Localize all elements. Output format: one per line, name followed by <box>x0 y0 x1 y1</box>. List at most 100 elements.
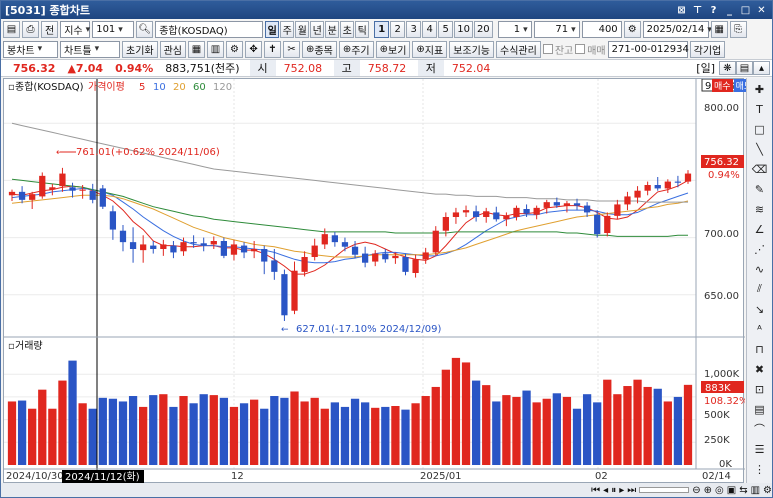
maximize-icon[interactable]: □ <box>739 4 752 17</box>
period-tab-4[interactable]: 분 <box>325 21 340 38</box>
lock-icon[interactable]: ⊡ <box>749 380 771 398</box>
stack-icon[interactable]: ▤ <box>749 400 771 418</box>
nav-pause-icon[interactable]: ⏸ <box>611 485 616 496</box>
zoom-reset-icon[interactable]: ◎ <box>715 485 724 496</box>
candle-body <box>533 207 540 215</box>
volume-bar <box>613 394 622 465</box>
delete-icon[interactable]: ✖ <box>749 360 771 378</box>
move-icon[interactable]: ✥ <box>245 40 263 58</box>
scroll-track[interactable] <box>639 487 690 493</box>
measure-icon[interactable]: ⊓ <box>749 340 771 358</box>
scissor-icon[interactable]: ✂ <box>283 40 301 58</box>
count-total-field[interactable]: 400 <box>581 21 622 38</box>
trendline-icon[interactable]: ╲ <box>749 140 771 158</box>
info-lock-icon[interactable]: ▤ <box>736 61 753 75</box>
market-all-button[interactable]: 전 <box>41 21 59 38</box>
reset-button[interactable]: 초기화 <box>122 40 158 58</box>
auto-icon[interactable]: ᴬ <box>749 320 771 338</box>
count-b-input[interactable]: 71 <box>533 21 580 38</box>
list-icon[interactable]: ☰ <box>749 440 771 458</box>
company-button[interactable]: 각기업 <box>689 40 726 58</box>
volume-bar <box>492 401 501 465</box>
rectangle-icon[interactable]: □ <box>749 120 771 138</box>
split-icon[interactable]: ▥ <box>751 485 760 496</box>
favorites-button[interactable]: 관심 <box>159 40 187 58</box>
trade-checkbox[interactable]: 매매 <box>575 42 606 57</box>
arrow-icon[interactable]: ↘ <box>749 300 771 318</box>
screen-menu-icon[interactable]: ▤ <box>3 21 20 38</box>
multiplier-tab-2[interactable]: 3 <box>406 21 422 38</box>
period-tab-5[interactable]: 초 <box>340 21 355 38</box>
magnet-icon[interactable]: ⌒ <box>749 420 771 438</box>
multiplier-tab-5[interactable]: 10 <box>454 21 473 38</box>
volume-bullet-icon: ▫ <box>8 341 15 352</box>
info-expand-icon[interactable]: ▴ <box>753 61 770 75</box>
chart-canvas[interactable]: ▫ 종합(KOSDAQ) 가격이평 5 10 20 60 120 ← 761.01(+0… <box>4 78 749 484</box>
layout-icon[interactable]: ▥ <box>207 40 225 58</box>
add-item-button[interactable]: ⊕ 종목 <box>302 40 337 58</box>
period-tab-2[interactable]: 월 <box>295 21 310 38</box>
grid-icon[interactable]: ▦ <box>188 40 206 58</box>
date-input[interactable]: 2025/02/14 <box>642 21 709 38</box>
more-icon[interactable]: ⋮ <box>749 460 771 478</box>
view-button[interactable]: ⊕ 보기 <box>375 40 411 58</box>
period-button[interactable]: ⊕ 주기 <box>338 40 374 58</box>
chart-template-select[interactable]: 차트틀 <box>60 40 120 58</box>
cursor-icon[interactable]: ✚ <box>749 80 771 98</box>
cross-icon[interactable]: ✝ <box>264 40 282 58</box>
search-icon[interactable]: 🔍︎ <box>136 21 154 38</box>
text-icon[interactable]: T <box>749 100 771 118</box>
calendar-icon[interactable]: ▦ <box>710 21 728 38</box>
period-tab-3[interactable]: 년 <box>310 21 325 38</box>
indicator-button[interactable]: ⊕ 지표 <box>412 40 448 58</box>
multiplier-tab-4[interactable]: 5 <box>438 21 454 38</box>
multiplier-tab-3[interactable]: 4 <box>422 21 438 38</box>
helper-button[interactable]: 보조기능 <box>449 40 495 58</box>
fan-icon[interactable]: ⋰ <box>749 240 771 258</box>
vol-tick-250k: 250K <box>704 435 730 446</box>
chart-type-select[interactable]: 봉차트 <box>3 40 58 58</box>
config-icon[interactable]: ⚙ <box>763 485 772 496</box>
eraser-icon[interactable]: ⌫ <box>749 160 771 178</box>
zoom-in-icon[interactable]: ⊕ <box>704 485 712 496</box>
account-select[interactable]: 271-00-012934 <box>607 40 689 58</box>
zoom-out-icon[interactable]: ⊖ <box>692 485 700 496</box>
compare-icon[interactable]: ⇆ <box>739 485 747 496</box>
chart-area[interactable]: ▫ 종합(KOSDAQ) 가격이평 5 10 20 60 120 ← 761.01(+0… <box>3 78 749 484</box>
gear-icon[interactable]: ⚙ <box>226 40 244 58</box>
zigzag-icon[interactable]: ≋ <box>749 200 771 218</box>
period-tab-1[interactable]: 주 <box>280 21 295 38</box>
period-tab-0[interactable]: 일 <box>265 21 280 38</box>
help-icon[interactable]: ? <box>707 4 720 17</box>
nav-prev-icon[interactable]: ◂ <box>603 485 608 496</box>
close-icon[interactable]: ✕ <box>755 4 768 17</box>
market-select[interactable]: 지수 <box>60 21 91 38</box>
channel-icon[interactable]: ⫽ <box>749 280 771 298</box>
settings-icon[interactable]: ⚙ <box>623 21 641 38</box>
nav-last-icon[interactable]: ⏭ <box>627 485 636 496</box>
restore-icon[interactable]: ⊠ <box>675 4 688 17</box>
info-settings-icon[interactable]: ❋ <box>719 61 736 75</box>
minimize-icon[interactable]: _ <box>723 4 736 17</box>
fetch-icon[interactable]: ⎘ <box>729 21 747 38</box>
pin-icon[interactable]: ⊤ <box>691 4 704 17</box>
formula-button[interactable]: 수식관리 <box>496 40 541 58</box>
view-icon[interactable]: ▣ <box>727 485 736 496</box>
multiplier-tab-0[interactable]: 1 <box>374 21 390 38</box>
volume-bar <box>562 396 572 465</box>
nav-next-icon[interactable]: ▸ <box>619 485 624 496</box>
print-icon[interactable]: ⎙ <box>22 21 39 38</box>
pencil-icon[interactable]: ✎ <box>749 180 771 198</box>
period-tab-6[interactable]: 틱 <box>355 21 370 38</box>
angle-icon[interactable]: ∠ <box>749 220 771 238</box>
nav-first-icon[interactable]: ⏮ <box>591 485 600 496</box>
count-a-input[interactable]: 1 <box>497 21 532 38</box>
candle-body <box>644 185 651 191</box>
multiplier-tab-6[interactable]: 20 <box>473 21 493 38</box>
code-input[interactable]: 101 <box>92 21 135 38</box>
wave-icon[interactable]: ∿ <box>749 260 771 278</box>
balance-checkbox[interactable]: 잔고 <box>542 42 573 57</box>
volume-bar <box>320 408 329 465</box>
multiplier-tab-1[interactable]: 2 <box>390 21 406 38</box>
buy-chip[interactable]: 매수 <box>712 79 733 92</box>
